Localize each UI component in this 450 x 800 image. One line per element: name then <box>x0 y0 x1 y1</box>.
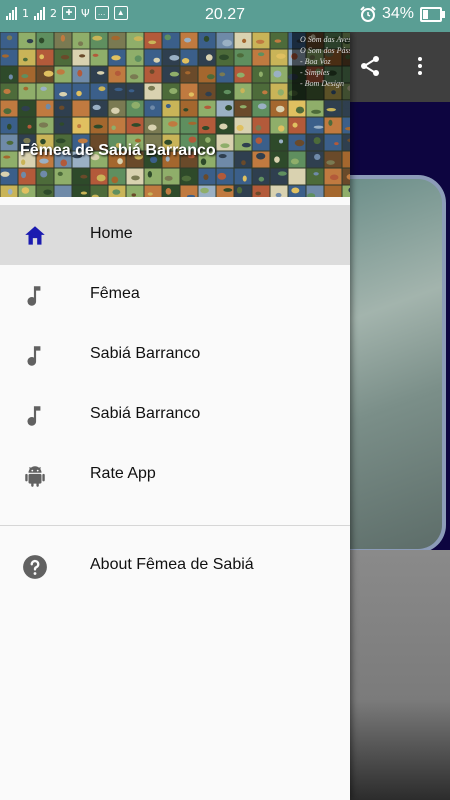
share-icon[interactable] <box>358 54 382 78</box>
status-right: 34% <box>360 5 445 23</box>
background-lower <box>350 550 450 800</box>
menu-item-rate-app[interactable]: Rate App <box>0 445 350 505</box>
drawer-title: Fêmea de Sabiá Barranco <box>20 142 216 159</box>
drawer-menu: Home Fêmea Sabiá Barranco Sabiá Barranco… <box>0 205 350 596</box>
alarm-icon <box>360 6 376 22</box>
battery-icon <box>420 6 445 22</box>
header-caption: O Som das Aves Fe O Som dos Pássaro - Bo… <box>292 32 350 100</box>
menu-item-home[interactable]: Home <box>0 205 350 265</box>
caption-line: O Som dos Pássaro <box>300 46 350 55</box>
music-note-icon <box>27 346 41 366</box>
menu-item-femea[interactable]: Fêmea <box>0 265 350 325</box>
menu-item-sabia-barranco-1[interactable]: Sabiá Barranco <box>0 325 350 385</box>
drawer-header: O Som das Aves Fe O Som dos Pássaro - Bo… <box>0 32 350 197</box>
more-options-icon[interactable] <box>416 54 424 78</box>
caption-line: - Bom Design <box>300 79 344 88</box>
battery-percent: 34% <box>381 5 414 22</box>
menu-item-label: About Fêmea de Sabiá <box>90 556 254 573</box>
android-icon <box>25 466 45 487</box>
status-bar: 1 2 ✚ Ψ … ▲ 20.27 34% <box>0 0 450 32</box>
caption-line: - Boa Voz <box>300 57 331 66</box>
caption-line: - Simples <box>300 68 330 77</box>
music-note-icon <box>27 286 41 306</box>
menu-item-label: Sabiá Barranco <box>90 345 201 362</box>
home-icon <box>25 226 45 245</box>
help-icon <box>23 555 47 579</box>
battery-level <box>423 9 428 19</box>
menu-item-label: Home <box>90 225 133 242</box>
music-note-icon <box>27 406 41 426</box>
menu-item-sabia-barranco-2[interactable]: Sabiá Barranco <box>0 385 350 445</box>
divider <box>0 525 350 526</box>
app-toolbar <box>350 32 450 102</box>
menu-item-label: Sabiá Barranco <box>90 405 201 422</box>
menu-item-label: Rate App <box>90 465 156 482</box>
menu-item-about[interactable]: About Fêmea de Sabiá <box>0 536 350 596</box>
menu-item-label: Fêmea <box>90 285 140 302</box>
caption-line: O Som das Aves Fe <box>300 35 350 44</box>
navigation-drawer: O Som das Aves Fe O Som dos Pássaro - Bo… <box>0 32 350 800</box>
bird-photo <box>350 175 446 553</box>
